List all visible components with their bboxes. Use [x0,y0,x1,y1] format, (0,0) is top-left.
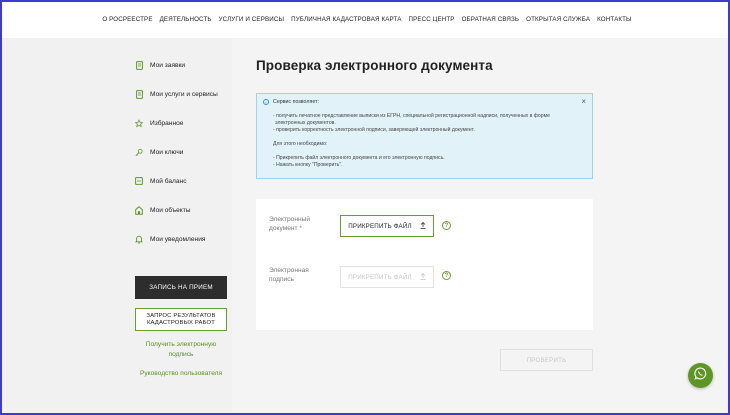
upload-form: Электронный документ * ПРИКРЕПИТЬ ФАЙЛ ?… [256,199,593,330]
sidebar: Мои заявки Мои услуги и сервисы Избранно… [129,38,232,413]
bell-icon [135,235,143,244]
cadastral-request-label-line1: ЗАПРОС РЕЗУЛЬТАТОВ [146,312,216,319]
house-icon [135,205,143,215]
info-heading-text: Сервис позволяет: [273,99,320,105]
user-manual-link[interactable]: Руководство пользователя [135,369,227,379]
nav-contacts[interactable]: КОНТАКТЫ [597,16,632,23]
appointment-button[interactable]: ЗАПИСЬ НА ПРИЕМ [135,276,227,299]
nav-open-service[interactable]: ОТКРЫТАЯ СЛУЖБА [526,16,590,23]
attach-document-button[interactable]: ПРИКРЕПИТЬ ФАЙЛ [340,215,434,237]
sidebar-item-label: Мои заявки [150,61,186,69]
info-icon: i [263,99,269,105]
attach-signature-label: ПРИКРЕПИТЬ ФАЙЛ [348,273,412,281]
cadastral-request-label-line2: КАДАСТРОВЫХ РАБОТ [146,319,216,326]
info-heading: i Сервис позволяет: [263,99,319,105]
signature-label-line1: Электронная [269,267,309,274]
sidebar-item-balance[interactable]: Мой баланс [135,174,187,188]
chat-icon [694,367,707,385]
upload-icon [420,272,426,282]
signature-help-icon[interactable]: ? [442,271,451,280]
sidebar-item-label: Мои ключи [150,148,184,156]
star-icon [135,118,143,128]
sidebar-item-label: Мои уведомления [150,235,206,243]
check-button[interactable]: ПРОВЕРИТЬ [500,349,593,371]
sidebar-item-requests[interactable]: Мои заявки [135,58,185,72]
document-help-icon[interactable]: ? [442,221,451,230]
signature-label-line2: подпись [269,276,294,283]
get-signature-link[interactable]: Получить электронную подпись [135,340,227,360]
nav-cadastral-map[interactable]: ПУБЛИЧНАЯ КАДАСТРОВАЯ КАРТА [291,16,401,23]
document-icon [135,60,143,70]
sidebar-item-keys[interactable]: Мои ключи [135,145,183,159]
document-label-line1: Электронный [269,216,311,223]
get-signature-line2: подпись [168,351,194,358]
attach-signature-button[interactable]: ПРИКРЕПИТЬ ФАЙЛ [340,266,434,288]
sidebar-item-notifications[interactable]: Мои уведомления [135,232,205,246]
sidebar-item-label: Мои услуги и сервисы [150,90,218,98]
info-panel: i Сервис позволяет: × - получить печатно… [256,93,593,179]
main-content: Проверка электронного документа i Сервис… [232,38,730,415]
wallet-icon [135,177,143,186]
nav-activity[interactable]: ДЕЯТЕЛЬНОСТЬ [160,16,212,23]
info-line: Для этого необходимо: [273,141,328,147]
sidebar-item-services[interactable]: Мои услуги и сервисы [135,87,218,101]
nav-about[interactable]: О РОСРЕЕСТРЕ [102,16,152,23]
info-line: - получить печатное представление выписк… [273,113,550,119]
key-icon [135,148,143,157]
sidebar-item-favorites[interactable]: Избранное [135,116,183,130]
nav-press-center[interactable]: ПРЕСС ЦЕНТР [409,16,455,23]
chat-button[interactable] [688,363,713,388]
sidebar-item-objects[interactable]: Мои объекты [135,203,190,217]
sidebar-item-label: Мои объекты [150,206,191,214]
info-line: - Прикрепить файл электронного документа… [273,155,445,161]
signature-label: Электронная подпись [269,266,309,284]
required-mark: * [299,225,302,232]
upload-icon [420,221,426,231]
nav-services[interactable]: УСЛУГИ И СЕРВИСЫ [219,16,285,23]
document-label: Электронный документ * [269,215,310,233]
cadastral-request-button[interactable]: ЗАПРОС РЕЗУЛЬТАТОВ КАДАСТРОВЫХ РАБОТ [135,308,227,331]
sidebar-item-label: Мой баланс [150,177,187,185]
info-line: - проверить корректность электронной под… [273,127,475,133]
top-navigation: О РОСРЕЕСТРЕ ДЕЯТЕЛЬНОСТЬ УСЛУГИ И СЕРВИ… [0,0,730,38]
attach-document-label: ПРИКРЕПИТЬ ФАЙЛ [348,222,412,230]
services-icon [135,89,143,99]
get-signature-line1: Получить электронную [145,341,217,348]
sidebar-item-label: Избранное [150,119,184,127]
info-line: - Нажать кнопку "Проверить". [273,162,343,168]
document-label-line2: документ * [269,225,302,232]
close-icon[interactable]: × [581,97,586,106]
nav-feedback[interactable]: ОБРАТНАЯ СВЯЗЬ [462,16,520,23]
page-title: Проверка электронного документа [256,58,493,73]
info-line: электронных документов. [275,120,336,126]
